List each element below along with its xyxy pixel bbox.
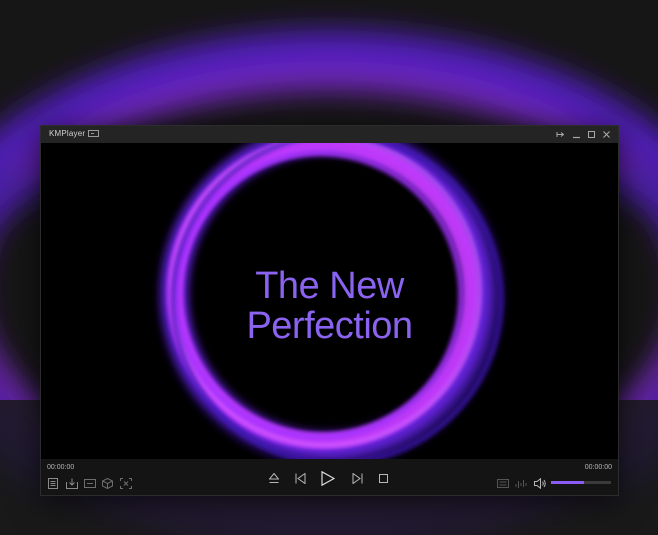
title-bar[interactable]: KMPlayer: [41, 126, 618, 144]
3d-icon[interactable]: [102, 478, 113, 489]
equalizer-icon[interactable]: [515, 478, 527, 489]
duration-time: 00:00:00: [584, 464, 612, 471]
headline-line-2: Perfection: [246, 305, 413, 347]
volume-level: [551, 481, 584, 484]
elapsed-time: 00:00:00: [47, 464, 75, 471]
player-window: KMPlayer The New Perfection 00:00:00 00:…: [40, 125, 619, 496]
subtitle-icon[interactable]: [84, 479, 96, 488]
keyboard-icon[interactable]: [497, 479, 509, 488]
screen-ratio-icon[interactable]: [120, 478, 132, 489]
stop-icon[interactable]: [379, 474, 388, 483]
play-button[interactable]: [321, 471, 335, 486]
video-area[interactable]: The New Perfection: [41, 143, 618, 459]
headline-line-1: The New: [255, 265, 404, 307]
menu-icon[interactable]: [48, 478, 58, 489]
menu-toggle-icon[interactable]: [88, 130, 99, 137]
pin-icon[interactable]: [555, 129, 566, 140]
eject-icon[interactable]: [269, 473, 279, 484]
volume-slider[interactable]: [551, 481, 611, 484]
next-icon[interactable]: [352, 473, 363, 484]
previous-icon[interactable]: [295, 473, 306, 484]
control-bar: 00:00:00 00:00:00: [41, 459, 618, 495]
video-headline: The New Perfection: [41, 266, 618, 346]
speaker-icon[interactable]: [534, 478, 547, 489]
app-title: KMPlayer: [49, 129, 86, 138]
close-icon[interactable]: [601, 129, 612, 140]
minimize-icon[interactable]: [571, 129, 582, 140]
maximize-icon[interactable]: [586, 129, 597, 140]
capture-icon[interactable]: [66, 478, 78, 489]
